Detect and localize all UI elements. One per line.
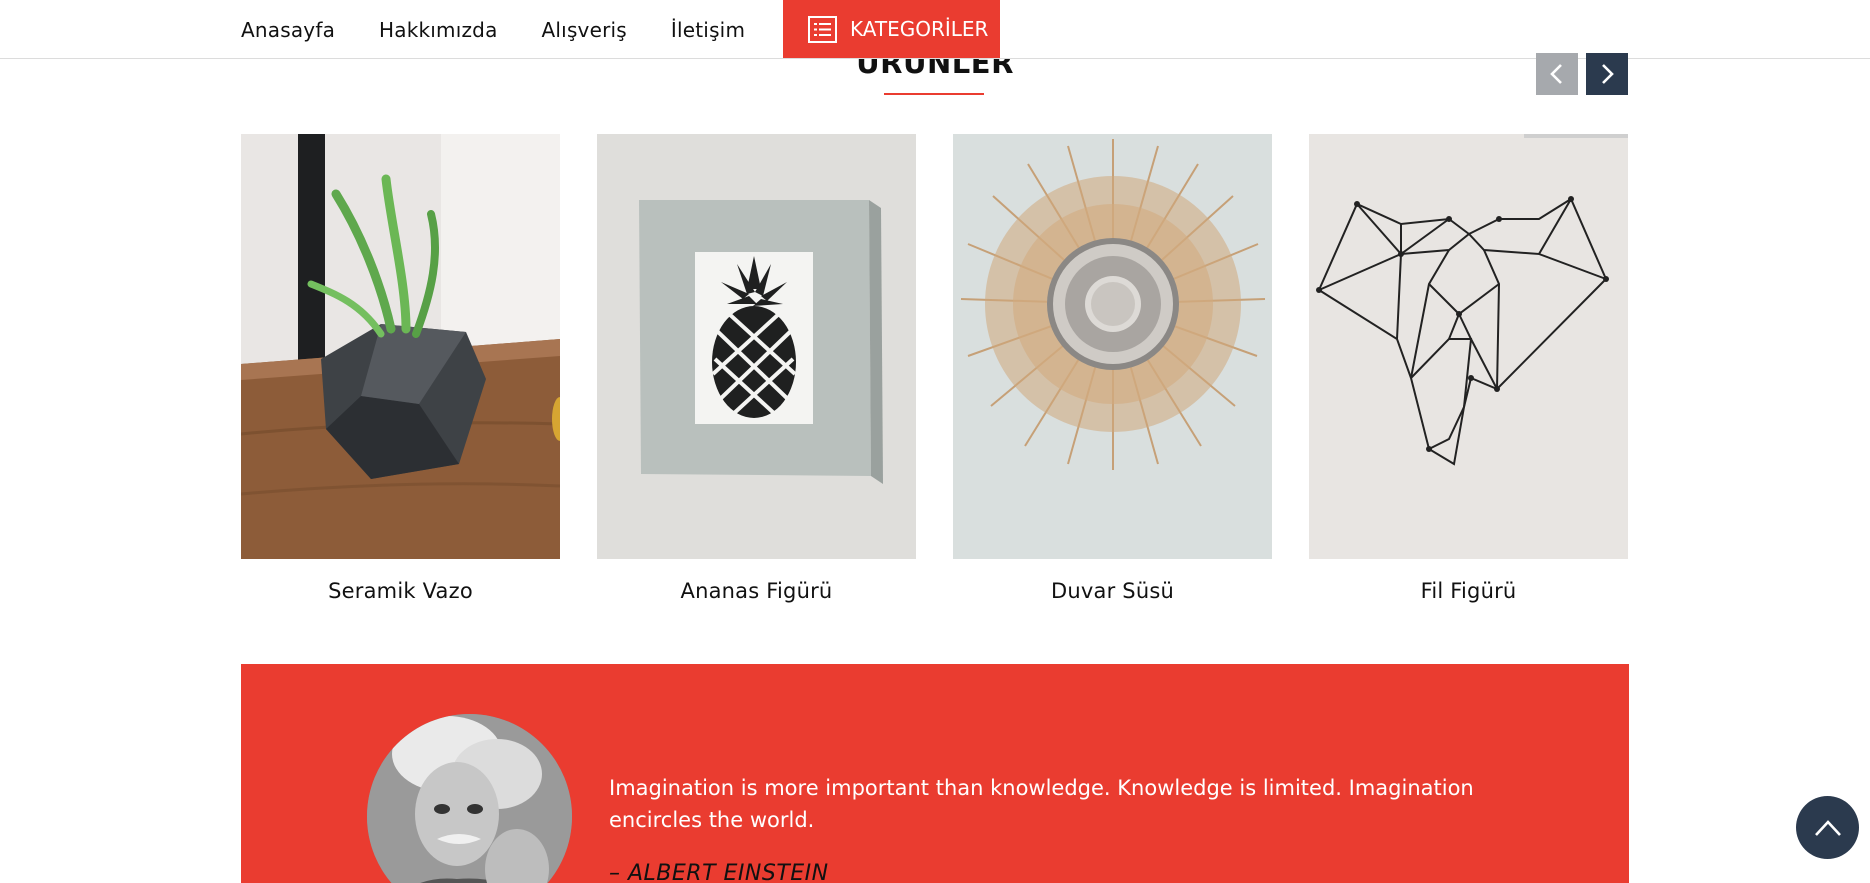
nav-link-contact[interactable]: İletişim <box>671 18 745 42</box>
product-card[interactable]: Duvar Süsü <box>953 134 1272 603</box>
categories-button[interactable]: KATEGORİLER <box>783 0 1000 58</box>
nav-link-shop[interactable]: Alışveriş <box>542 18 627 42</box>
top-navbar: Anasayfa Hakkımızda Alışveriş İletişim K… <box>0 0 1870 59</box>
quote-text: Imagination is more important than knowl… <box>609 776 1474 832</box>
product-image-pineapple-frame[interactable] <box>597 134 916 559</box>
product-card[interactable]: Ananas Figürü <box>597 134 916 603</box>
author-portrait <box>367 714 572 883</box>
product-name[interactable]: Fil Figürü <box>1309 579 1628 603</box>
page: Anasayfa Hakkımızda Alışveriş İletişim K… <box>0 0 1870 883</box>
list-icon <box>808 15 837 43</box>
quote-author: – ALBERT EINSTEIN <box>609 861 829 883</box>
title-underline <box>884 93 984 95</box>
product-name[interactable]: Ananas Figürü <box>597 579 916 603</box>
product-image-ceramic-vase[interactable] <box>241 134 560 559</box>
carousel-next-button[interactable] <box>1586 53 1628 95</box>
nav-link-home[interactable]: Anasayfa <box>241 18 335 42</box>
testimonial-banner: Imagination is more important than knowl… <box>241 664 1629 883</box>
main-nav: Anasayfa Hakkımızda Alışveriş İletişim <box>241 0 789 59</box>
product-name[interactable]: Seramik Vazo <box>241 579 560 603</box>
product-card[interactable]: Seramik Vazo <box>241 134 560 603</box>
chevron-left-icon <box>1550 64 1562 84</box>
categories-label: KATEGORİLER <box>850 17 989 41</box>
carousel-prev-button[interactable] <box>1536 53 1578 95</box>
product-name[interactable]: Duvar Süsü <box>953 579 1272 603</box>
scroll-to-top-button[interactable] <box>1796 796 1859 859</box>
nav-link-about[interactable]: Hakkımızda <box>379 18 498 42</box>
chevron-up-icon <box>1814 819 1841 836</box>
chevron-right-icon <box>1602 64 1614 84</box>
product-card[interactable]: Fil Figürü <box>1309 134 1628 603</box>
product-image-elephant-figure[interactable] <box>1309 134 1628 559</box>
product-image-wall-decor[interactable] <box>953 134 1272 559</box>
